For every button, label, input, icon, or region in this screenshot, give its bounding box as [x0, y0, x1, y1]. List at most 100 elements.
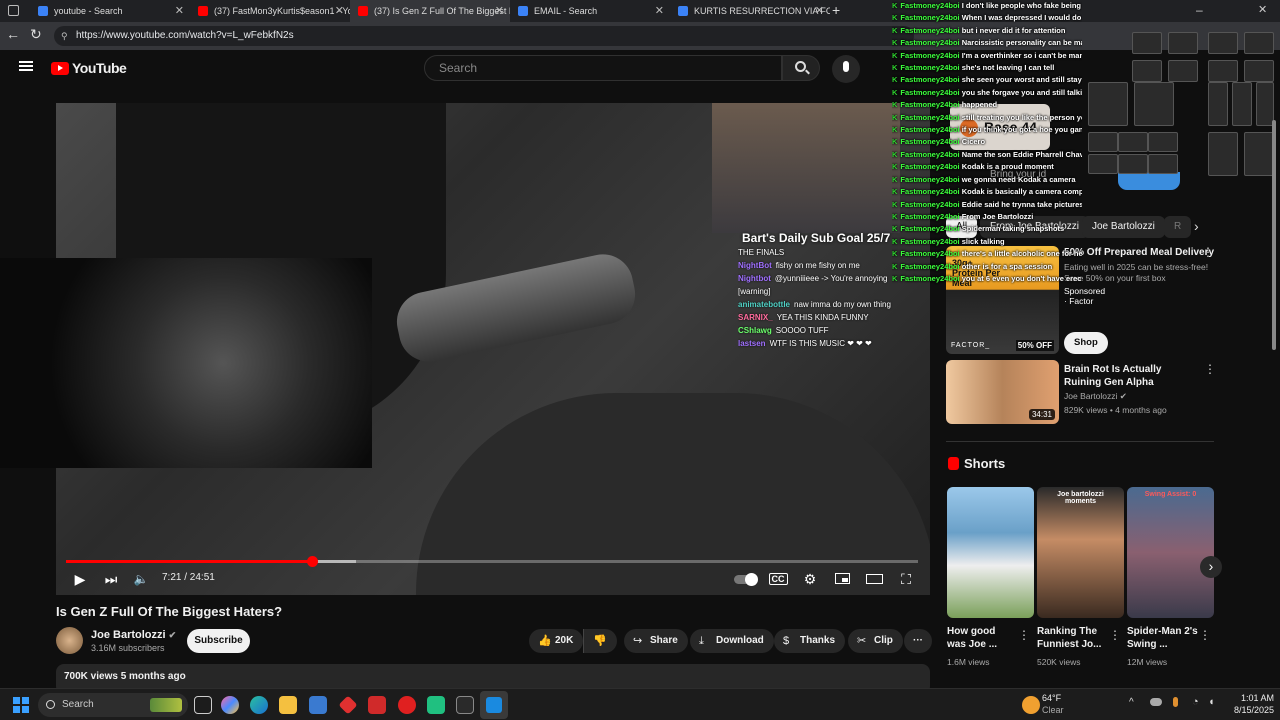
wifi-icon[interactable]: ◔ — [1192, 696, 1199, 708]
short-title[interactable]: How good was Joe ... — [947, 625, 1015, 651]
site-info-icon[interactable]: ⚲ — [61, 26, 68, 46]
channel-name[interactable]: Joe Bartolozzi ✔ — [91, 629, 176, 641]
snap-layout-cell[interactable] — [1132, 60, 1162, 82]
short-title[interactable]: Ranking The Funniest Jo... — [1037, 625, 1109, 651]
snap-layout-cell[interactable] — [1118, 132, 1148, 152]
short-thumbnail[interactable]: Joe bartolozzi moments — [1037, 487, 1124, 618]
close-tab-icon[interactable]: ✕ — [495, 4, 504, 17]
short-title[interactable]: Spider-Man 2's Swing ... — [1127, 625, 1199, 651]
more-actions-button[interactable]: ··· — [904, 629, 932, 653]
snap-layout-cell[interactable] — [1208, 32, 1238, 54]
shield-app-icon[interactable] — [368, 696, 386, 714]
search-input[interactable]: Search — [424, 55, 782, 81]
snap-layout-cell[interactable] — [1168, 60, 1198, 82]
clip-button[interactable]: ✂ Clip — [848, 629, 903, 653]
copilot-icon[interactable] — [221, 696, 239, 714]
share-button[interactable]: ↪ Share — [624, 629, 688, 653]
active-app-icon[interactable] — [480, 691, 508, 719]
back-icon[interactable]: ← — [6, 26, 20, 42]
download-button[interactable]: ⤓ Download — [690, 629, 774, 653]
volume-icon[interactable]: 🔈 — [131, 569, 151, 589]
tray-cloud-icon[interactable] — [1150, 698, 1162, 706]
url-input[interactable]: ⚲ https://www.youtube.com/watch?v=L_wFeb… — [54, 26, 914, 46]
chip-joe-bartolozzi[interactable]: Joe Bartolozzi — [1082, 216, 1165, 238]
tab-kurtis-resurrection[interactable]: KURTIS RESURRECTION VIA FOUR ✕ — [670, 0, 830, 22]
short-menu-icon[interactable]: ⋮ — [1109, 628, 1121, 642]
fullscreen-icon[interactable]: ⛶ — [896, 569, 916, 589]
tab-actions-icon[interactable] — [8, 5, 19, 16]
dislike-button[interactable]: 👎 — [583, 629, 617, 653]
short-menu-icon[interactable]: ⋮ — [1199, 628, 1211, 642]
theater-mode-icon[interactable] — [864, 569, 884, 589]
channel-avatar[interactable] — [56, 627, 83, 654]
speaker-icon[interactable]: ◖ — [1208, 696, 1215, 708]
snap-layout-cell[interactable] — [1168, 32, 1198, 54]
short-thumbnail[interactable] — [947, 487, 1034, 618]
recommended-thumbnail[interactable]: 34:31 — [946, 360, 1059, 424]
settings-gear-icon[interactable]: ⚙ — [800, 569, 820, 589]
snap-layout-cell[interactable] — [1118, 154, 1148, 174]
youtube-logo[interactable]: YouTube — [51, 60, 127, 76]
recommended-menu-icon[interactable]: ⋮ — [1204, 362, 1216, 376]
minimize-window-icon[interactable]: – — [1196, 3, 1203, 17]
snap-layout-cell[interactable] — [1088, 82, 1128, 126]
taskbar-clock[interactable]: 1:01 AM 8/15/2025 — [1222, 693, 1274, 715]
edge-browser-icon[interactable] — [250, 696, 268, 714]
close-tab-icon[interactable]: ✕ — [815, 4, 824, 17]
opera-app-icon[interactable] — [398, 696, 416, 714]
like-button[interactable]: 👍 20K — [529, 629, 583, 653]
snap-layout-cell[interactable] — [1244, 60, 1274, 82]
epic-games-icon[interactable] — [456, 696, 474, 714]
miniplayer-icon[interactable] — [832, 569, 852, 589]
snap-layout-cell[interactable] — [1132, 32, 1162, 54]
tab-youtube-search[interactable]: youtube - Search ✕ — [30, 0, 190, 22]
captions-icon[interactable]: CC — [768, 569, 788, 589]
snap-layout-cell[interactable] — [1208, 132, 1238, 176]
close-tab-icon[interactable]: ✕ — [175, 4, 184, 17]
green-app-icon[interactable] — [427, 696, 445, 714]
search-button[interactable] — [782, 55, 820, 81]
recommended-channel[interactable]: Joe Bartolozzi ✔ — [1064, 391, 1127, 402]
close-tab-icon[interactable]: ✕ — [655, 4, 664, 17]
video-progress-bar[interactable] — [66, 556, 918, 567]
ad-menu-icon[interactable]: ⋮ — [1202, 245, 1214, 259]
autoplay-toggle[interactable] — [734, 569, 758, 589]
microsoft-store-icon[interactable] — [309, 696, 327, 714]
file-explorer-icon[interactable] — [279, 696, 297, 714]
snap-layout-cell[interactable] — [1134, 82, 1174, 126]
red-diamond-app-icon[interactable] — [338, 695, 358, 715]
shop-now-button[interactable]: Shop now — [1064, 332, 1108, 370]
snap-layout-cell[interactable] — [1244, 32, 1274, 54]
scrollbar-thumb[interactable] — [1272, 120, 1276, 350]
windows-start-icon[interactable] — [13, 697, 29, 713]
voice-search-button[interactable] — [832, 55, 860, 83]
taskbar-search[interactable]: Search — [38, 693, 188, 717]
snap-layout-cell[interactable] — [1088, 132, 1118, 152]
hamburger-menu-icon[interactable] — [19, 61, 33, 71]
snap-layout-cell[interactable] — [1208, 82, 1228, 126]
tab-email-search[interactable]: EMAIL - Search ✕ — [510, 0, 670, 22]
tray-mic-icon[interactable] — [1173, 697, 1178, 707]
ad-title[interactable]: 50% Off Prepared Meal Delivery — [1064, 246, 1224, 259]
snap-layout-cell[interactable] — [1232, 82, 1252, 126]
page-scrollbar[interactable] — [1270, 90, 1278, 686]
weather-temp[interactable]: 64°F — [1042, 693, 1061, 703]
snap-layout-cell[interactable] — [1148, 132, 1178, 152]
close-tab-icon[interactable]: ✕ — [335, 4, 344, 17]
subscribe-button[interactable]: Subscribe — [187, 629, 250, 653]
snap-layout-cell[interactable] — [1208, 60, 1238, 82]
tab-fastmoney-kurtis[interactable]: (37) FastMon3yKurtis$eason1 - Yo ✕ — [190, 0, 350, 22]
task-view-icon[interactable] — [194, 696, 212, 714]
thanks-button[interactable]: $ Thanks — [774, 629, 846, 653]
snap-layout-cell[interactable] — [1088, 154, 1118, 174]
next-video-icon[interactable]: ⏭ — [101, 569, 121, 589]
refresh-icon[interactable]: ↻ — [30, 26, 42, 43]
short-thumbnail[interactable]: Swing Assist: 0 — [1127, 487, 1214, 618]
recommended-title[interactable]: Brain Rot Is Actually Ruining Gen Alpha — [1064, 363, 1194, 389]
tray-chevron-icon[interactable]: ^ — [1129, 697, 1134, 708]
new-tab-button[interactable]: + — [832, 2, 840, 18]
close-window-icon[interactable]: ✕ — [1258, 3, 1267, 16]
chevron-right-icon[interactable]: › — [1194, 218, 1199, 234]
snap-layout-cell[interactable] — [1148, 154, 1178, 174]
chip-r[interactable]: R — [1164, 216, 1192, 238]
